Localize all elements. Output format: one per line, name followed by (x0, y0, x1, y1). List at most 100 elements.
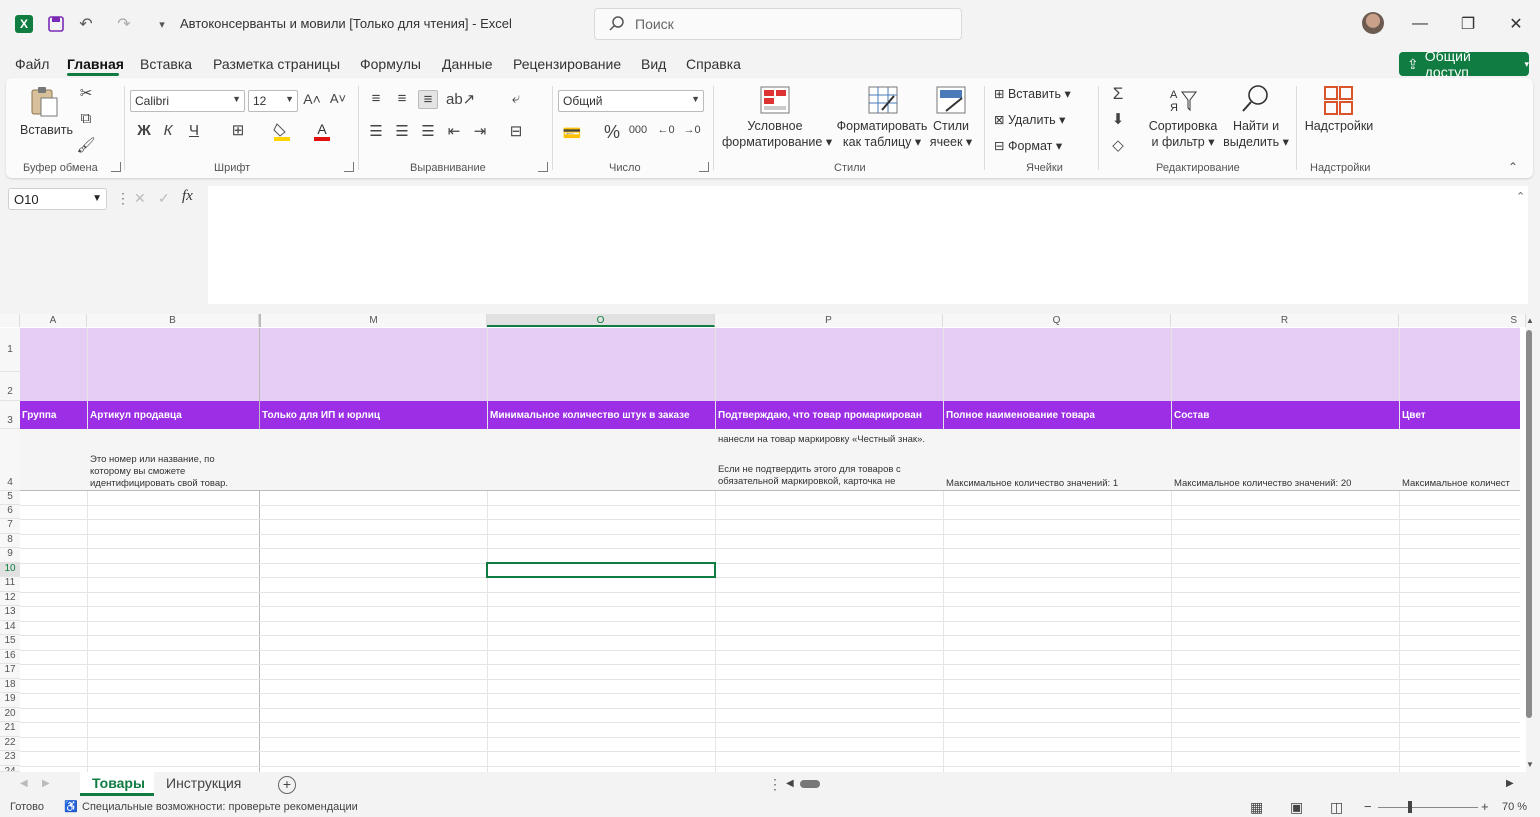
active-cell[interactable] (486, 562, 716, 578)
tab-help[interactable]: Справка (686, 56, 741, 72)
find-select-icon[interactable] (1240, 84, 1270, 114)
row-header[interactable]: 22 (0, 737, 20, 751)
tab-file[interactable]: Файл (15, 56, 49, 72)
align-top-icon[interactable]: ≡ (366, 90, 386, 107)
format-as-table-button[interactable]: Форматировать как таблицу ▾ (834, 118, 930, 150)
zoom-out-icon[interactable]: − (1364, 799, 1372, 814)
header-cell[interactable]: Группа (22, 410, 56, 421)
column-header[interactable]: P (715, 314, 943, 327)
vertical-scrollbar[interactable]: ▲ ▼ (1522, 316, 1538, 774)
select-all-corner[interactable] (0, 314, 20, 327)
cell-styles-button[interactable]: Стили ячеек ▾ (928, 118, 974, 150)
save-icon[interactable] (44, 12, 68, 36)
align-center-icon[interactable]: ☰ (392, 122, 412, 140)
align-bottom-icon[interactable]: ≡ (418, 90, 438, 109)
cell-styles-icon[interactable] (936, 86, 966, 114)
align-right-icon[interactable]: ☰ (418, 122, 438, 140)
page-layout-view-icon[interactable]: ▣ (1290, 799, 1303, 816)
conditional-formatting-button[interactable]: Условное форматирование ▾ (722, 118, 832, 150)
header-cell[interactable]: Цвет (1402, 410, 1426, 421)
prev-sheet-icon[interactable]: ◀ (20, 778, 28, 789)
row-header[interactable]: 11 (0, 577, 20, 592)
redo-icon[interactable]: ↷ (112, 12, 136, 36)
cut-icon[interactable]: ✂ (76, 84, 96, 102)
search-input[interactable]: Поиск (594, 8, 962, 40)
thousands-separator-icon[interactable]: 000 (628, 124, 648, 136)
copy-icon[interactable]: ⧉ (76, 110, 96, 127)
tab-review[interactable]: Рецензирование (513, 56, 621, 72)
row-header[interactable]: 2 (0, 372, 20, 401)
sheet-tab-instruktsiya[interactable]: Инструкция (166, 775, 241, 791)
cancel-icon[interactable]: ✕ (134, 190, 146, 207)
row-header[interactable]: 4 (0, 429, 20, 491)
tab-insert[interactable]: Вставка (140, 56, 192, 72)
row-header[interactable]: 20 (0, 708, 20, 722)
font-name-select[interactable]: Calibri ▼ (130, 90, 245, 112)
tab-data[interactable]: Данные (442, 56, 493, 72)
underline-button[interactable]: Ч (184, 122, 204, 139)
header-cell[interactable]: Состав (1174, 410, 1209, 421)
borders-icon[interactable]: ⊞ (228, 121, 248, 139)
percent-icon[interactable]: % (602, 122, 622, 143)
bold-button[interactable]: Ж (134, 122, 154, 139)
scroll-down-icon[interactable]: ▼ (1526, 760, 1534, 769)
decrease-font-icon[interactable]: A˅ (328, 91, 348, 106)
close-icon[interactable]: ✕ (1504, 12, 1528, 36)
row-header[interactable]: 21 (0, 722, 20, 737)
row-header[interactable]: 19 (0, 693, 20, 708)
increase-font-icon[interactable]: A˄ (302, 91, 322, 107)
next-sheet-icon[interactable]: ▶ (42, 778, 50, 789)
restore-icon[interactable]: ❐ (1456, 12, 1480, 36)
row-header[interactable]: 17 (0, 664, 20, 679)
autosum-icon[interactable]: Σ (1108, 84, 1128, 104)
sort-filter-icon[interactable]: AЯ (1168, 86, 1198, 114)
spreadsheet-grid[interactable]: A B M O P Q R S Группа Артикул продавца … (0, 314, 1526, 772)
row-header[interactable]: 7 (0, 519, 20, 534)
row-header[interactable]: 9 (0, 548, 20, 563)
paste-button[interactable]: Вставить (20, 122, 73, 138)
formula-input[interactable] (208, 186, 1528, 304)
column-header[interactable]: Q (943, 314, 1171, 327)
header-cell[interactable]: Полное наименование товара (946, 410, 1095, 421)
tab-home[interactable]: Главная (67, 56, 124, 72)
enter-icon[interactable]: ✓ (158, 190, 170, 207)
undo-icon[interactable]: ↶ (74, 12, 98, 36)
decrease-indent-icon[interactable]: ⇤ (444, 122, 464, 140)
number-format-select[interactable]: Общий ▼ (558, 90, 704, 112)
fill-icon[interactable]: ⬇ (1108, 110, 1128, 128)
header-cell[interactable]: Артикул продавца (90, 410, 182, 421)
row-header[interactable]: 16 (0, 650, 20, 664)
collapse-ribbon-icon[interactable]: ⌃ (1508, 160, 1518, 174)
column-header-selected[interactable]: O (487, 314, 715, 327)
sheet-tab-tovary[interactable]: Товары (92, 775, 145, 791)
share-button[interactable]: ⇪ Общий доступ ▾ (1399, 48, 1529, 80)
tab-view[interactable]: Вид (641, 56, 666, 72)
row-header[interactable]: 14 (0, 621, 20, 635)
zoom-slider-thumb[interactable] (1408, 801, 1412, 813)
row-header[interactable]: 18 (0, 679, 20, 693)
paste-icon[interactable] (28, 86, 60, 118)
orientation-icon[interactable]: ab↗ (446, 90, 475, 108)
column-header[interactable]: A (20, 314, 87, 327)
column-header[interactable]: S (1399, 314, 1526, 327)
description-cell[interactable]: нанесли на товар маркировку «Честный зна… (718, 434, 925, 446)
zoom-level[interactable]: 70 % (1502, 801, 1527, 813)
increase-decimal-icon[interactable]: ←0 (656, 124, 676, 136)
scroll-up-icon[interactable]: ▲ (1526, 316, 1534, 325)
column-header[interactable]: M (259, 314, 487, 327)
merge-cells-icon[interactable]: ⊟ (506, 122, 526, 140)
format-painter-icon[interactable]: 🖌 (76, 136, 96, 154)
insert-cells-button[interactable]: ⊞ Вставить ▾ (994, 86, 1071, 102)
clear-icon[interactable]: ◇ (1108, 136, 1128, 154)
minimize-icon[interactable]: — (1408, 12, 1432, 36)
conditional-formatting-icon[interactable] (760, 86, 790, 114)
name-box[interactable]: O10 ▼ (8, 188, 107, 210)
addins-icon[interactable] (1324, 86, 1354, 116)
align-left-icon[interactable]: ☰ (366, 122, 386, 140)
zoom-slider[interactable] (1378, 807, 1478, 808)
scrollbar-thumb[interactable] (1526, 330, 1532, 718)
page-break-view-icon[interactable]: ◫ (1330, 799, 1343, 816)
tab-page-layout[interactable]: Разметка страницы (213, 56, 340, 72)
description-cell[interactable]: Это номер или название, по которому вы с… (90, 454, 250, 490)
format-as-table-icon[interactable] (868, 86, 898, 114)
